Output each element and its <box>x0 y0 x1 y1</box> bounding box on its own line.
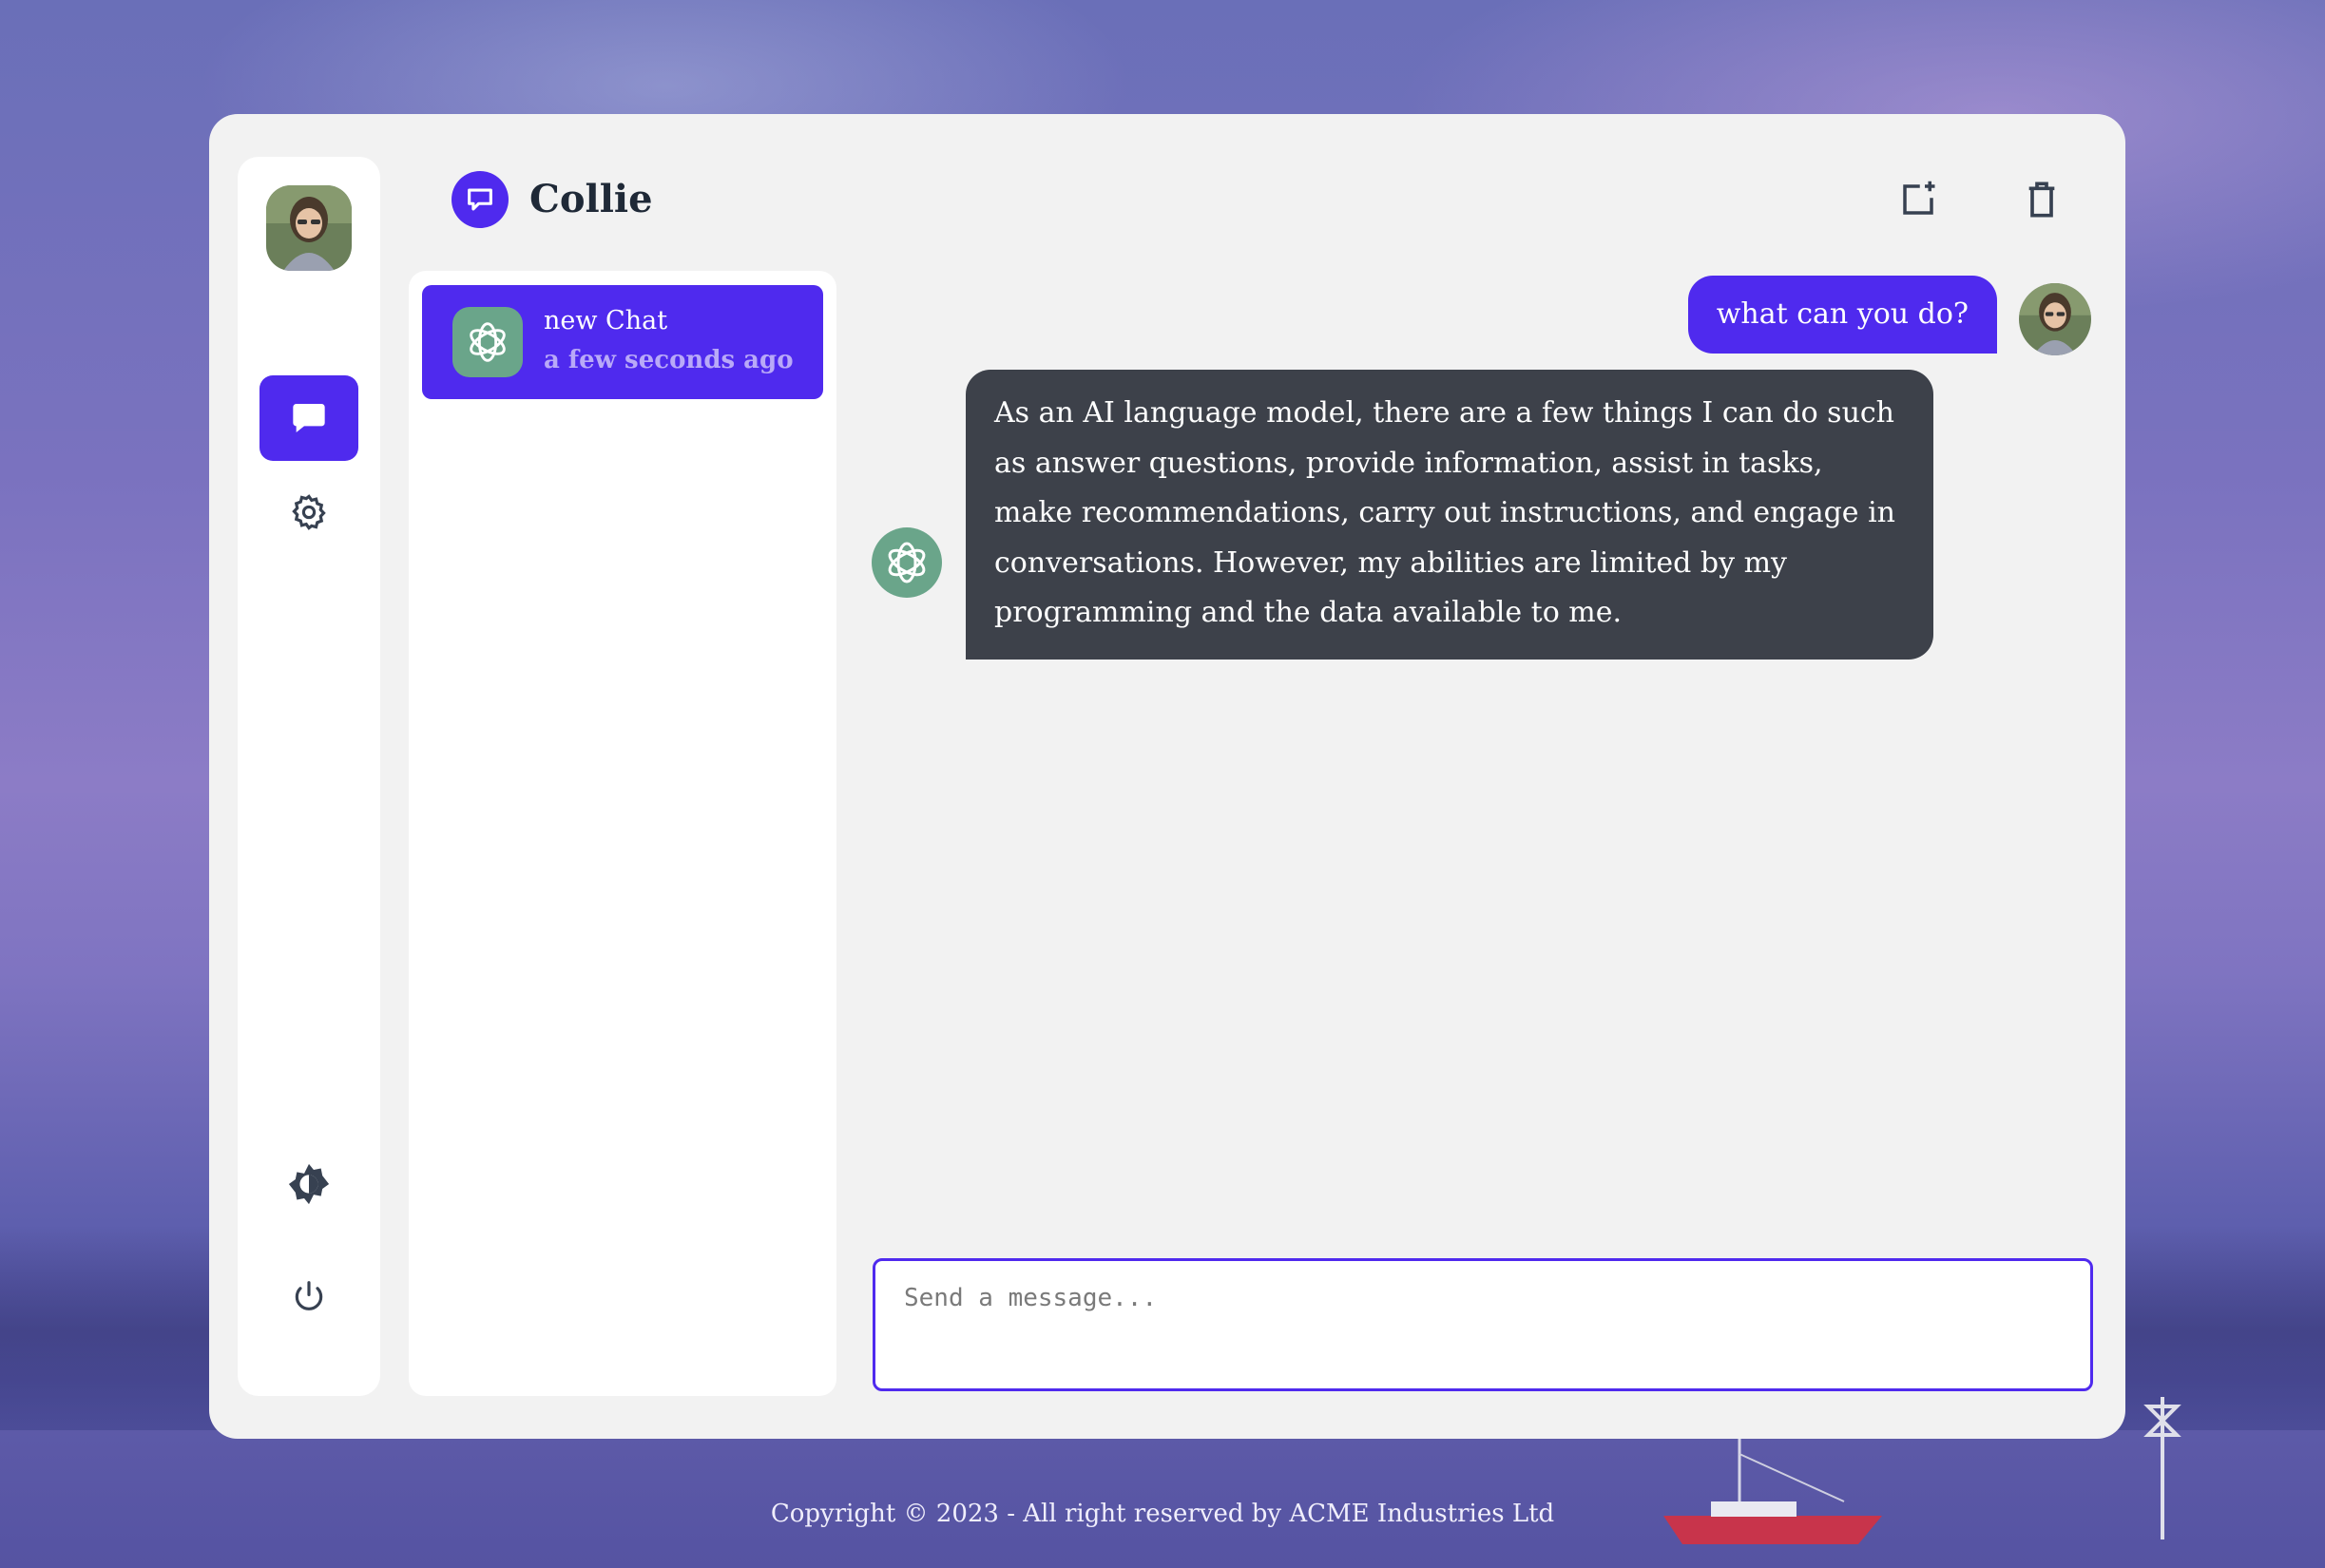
user-avatar[interactable] <box>266 185 352 271</box>
app-logo-icon <box>452 171 509 228</box>
assistant-message-avatar <box>872 527 942 598</box>
new-chat-button[interactable] <box>1895 177 1941 222</box>
sidebar-item-chats[interactable] <box>259 375 358 461</box>
chat-icon <box>293 404 325 432</box>
chat-item-title: new Chat <box>544 306 668 335</box>
sidebar-item-settings[interactable] <box>289 492 329 532</box>
user-message-bubble: what can you do? <box>1687 276 1997 354</box>
chat-list-panel: new Chat a few seconds ago <box>409 271 836 1396</box>
message-input[interactable] <box>902 1282 2085 1381</box>
assistant-avatar <box>452 307 523 377</box>
sidebar-rail <box>238 157 380 1396</box>
chat-list-item[interactable]: new Chat a few seconds ago <box>422 285 823 399</box>
message-composer <box>873 1258 2093 1391</box>
trash-icon <box>2028 182 2055 218</box>
message-user-avatar <box>2019 283 2091 355</box>
contrast-icon <box>288 1163 330 1205</box>
openai-logo-icon <box>470 322 506 362</box>
power-icon <box>295 1281 323 1310</box>
gear-icon <box>292 494 326 530</box>
sailboat-decoration <box>1663 1435 1882 1544</box>
footer-copyright: Copyright © 2023 - All right reserved by… <box>770 1500 1555 1528</box>
assistant-message-bubble: As an AI language model, there are a few… <box>966 370 1933 660</box>
sidebar-item-theme[interactable] <box>287 1162 331 1206</box>
app-window: Collie new Chat a few seconds ago what c… <box>209 114 2125 1439</box>
chat-item-timestamp: a few seconds ago <box>544 346 794 374</box>
sidebar-item-logout[interactable] <box>291 1278 327 1314</box>
app-title: Collie <box>529 177 653 221</box>
openai-logo-icon <box>888 542 926 583</box>
new-chat-icon <box>1903 181 1935 215</box>
delete-chat-button[interactable] <box>2019 177 2065 222</box>
